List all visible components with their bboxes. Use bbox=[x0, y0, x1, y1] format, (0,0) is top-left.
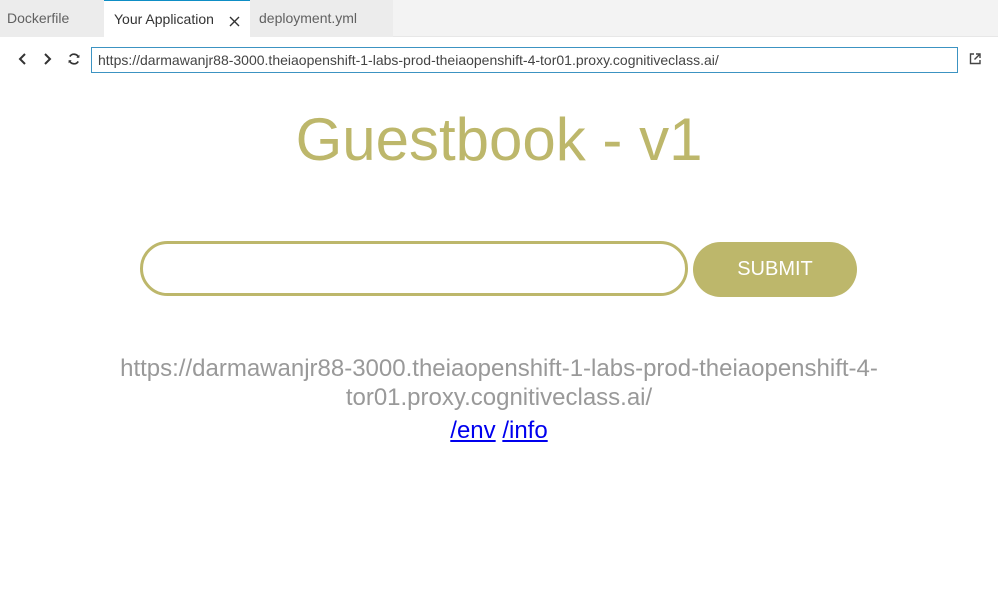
tab-dockerfile[interactable]: Dockerfile bbox=[0, 0, 104, 37]
info-link[interactable]: /info bbox=[502, 417, 547, 444]
tab-label: Dockerfile bbox=[7, 10, 70, 26]
guestbook-entry-input[interactable] bbox=[140, 241, 688, 296]
refresh-icon[interactable] bbox=[67, 52, 81, 66]
open-external-icon[interactable] bbox=[968, 52, 982, 66]
page-title: Guestbook - v1 bbox=[295, 106, 703, 173]
close-icon[interactable] bbox=[229, 16, 240, 27]
env-link[interactable]: /env bbox=[450, 417, 495, 444]
tab-bar: Dockerfile Your Application deployment.y… bbox=[0, 0, 998, 38]
tab-label: deployment.yml bbox=[259, 10, 358, 26]
hostname-text: https://darmawanjr88-3000.theiaopenshift… bbox=[120, 355, 878, 411]
chevron-left-icon[interactable] bbox=[16, 52, 30, 66]
url-input[interactable] bbox=[91, 47, 958, 73]
tab-deployment-yml[interactable]: deployment.yml bbox=[250, 0, 393, 37]
submit-button[interactable]: SUBMIT bbox=[693, 242, 857, 297]
chevron-right-icon[interactable] bbox=[40, 52, 54, 66]
links-row: /env /info bbox=[0, 417, 998, 445]
tab-your-application[interactable]: Your Application bbox=[104, 0, 250, 38]
tab-label: Your Application bbox=[114, 11, 214, 27]
